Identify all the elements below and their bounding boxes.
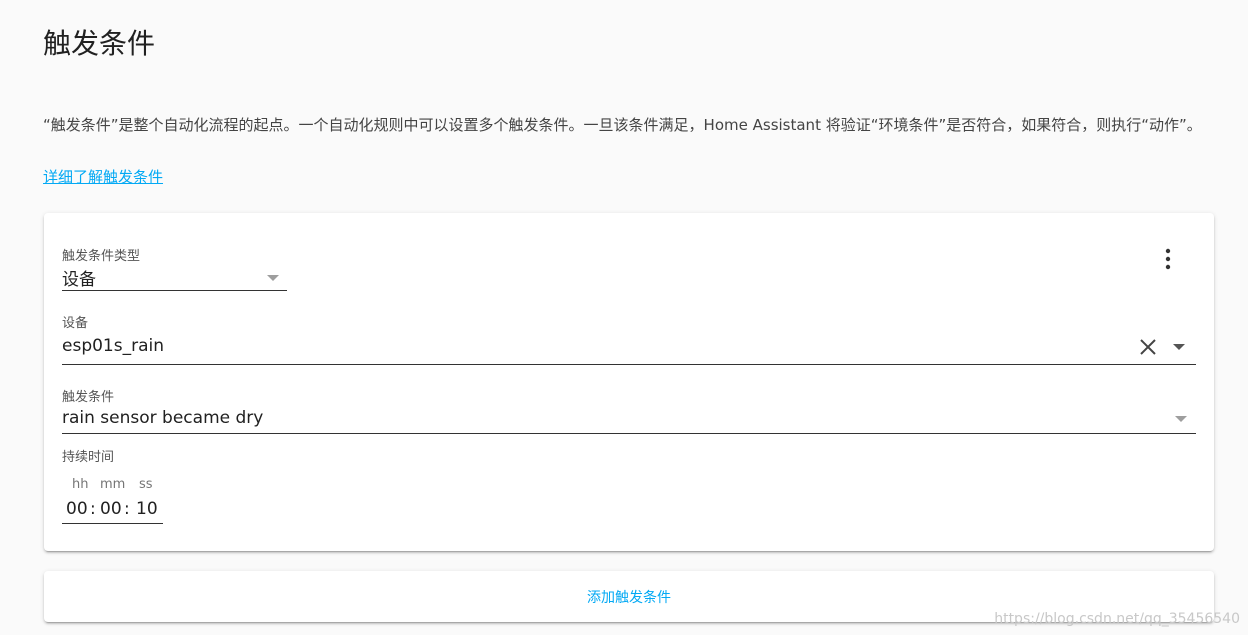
duration-separator: : xyxy=(90,499,96,519)
hours-input[interactable]: 00 xyxy=(66,499,88,519)
trigger-card: 触发条件类型 设备 设备 esp01s_rain 触发条件 rain senso… xyxy=(44,213,1214,551)
trigger-type-underline xyxy=(62,290,287,291)
device-caret-down-icon[interactable] xyxy=(1173,344,1185,350)
device-value: esp01s_rain xyxy=(62,336,164,356)
device-underline xyxy=(62,364,1196,365)
seconds-input[interactable]: 10 xyxy=(136,499,158,519)
trigger-type-select[interactable]: 设备 xyxy=(62,263,287,291)
duration-input[interactable]: 00 : 00 : 10 xyxy=(62,496,163,524)
caret-down-icon xyxy=(267,275,279,281)
more-vertical-icon[interactable] xyxy=(1158,247,1178,271)
hours-unit-label: hh xyxy=(72,477,89,492)
duration-underline xyxy=(62,523,163,524)
condition-label: 触发条件 xyxy=(62,390,115,405)
condition-underline xyxy=(62,433,1196,434)
condition-caret-down-icon xyxy=(1175,416,1187,422)
learn-more-link[interactable]: 详细了解触发条件 xyxy=(43,166,163,187)
condition-select[interactable]: rain sensor became dry xyxy=(62,404,1196,434)
seconds-unit-label: ss xyxy=(139,477,153,492)
device-label: 设备 xyxy=(62,316,89,331)
minutes-unit-label: mm xyxy=(100,477,126,492)
duration-separator: : xyxy=(124,499,130,519)
intro-text: “触发条件”是整个自动化流程的起点。一个自动化规则中可以设置多个触发条件。一旦该… xyxy=(43,116,1202,134)
trigger-type-value: 设备 xyxy=(62,270,96,290)
close-icon[interactable] xyxy=(1138,337,1158,357)
condition-value: rain sensor became dry xyxy=(62,408,264,428)
device-select[interactable]: esp01s_rain xyxy=(62,331,1196,365)
minutes-input[interactable]: 00 xyxy=(100,499,122,519)
trigger-type-label: 触发条件类型 xyxy=(62,249,141,264)
watermark: https://blog.csdn.net/qq_35456540 xyxy=(994,611,1240,627)
page-title: 触发条件 xyxy=(43,27,156,60)
duration-label: 持续时间 xyxy=(62,450,115,465)
